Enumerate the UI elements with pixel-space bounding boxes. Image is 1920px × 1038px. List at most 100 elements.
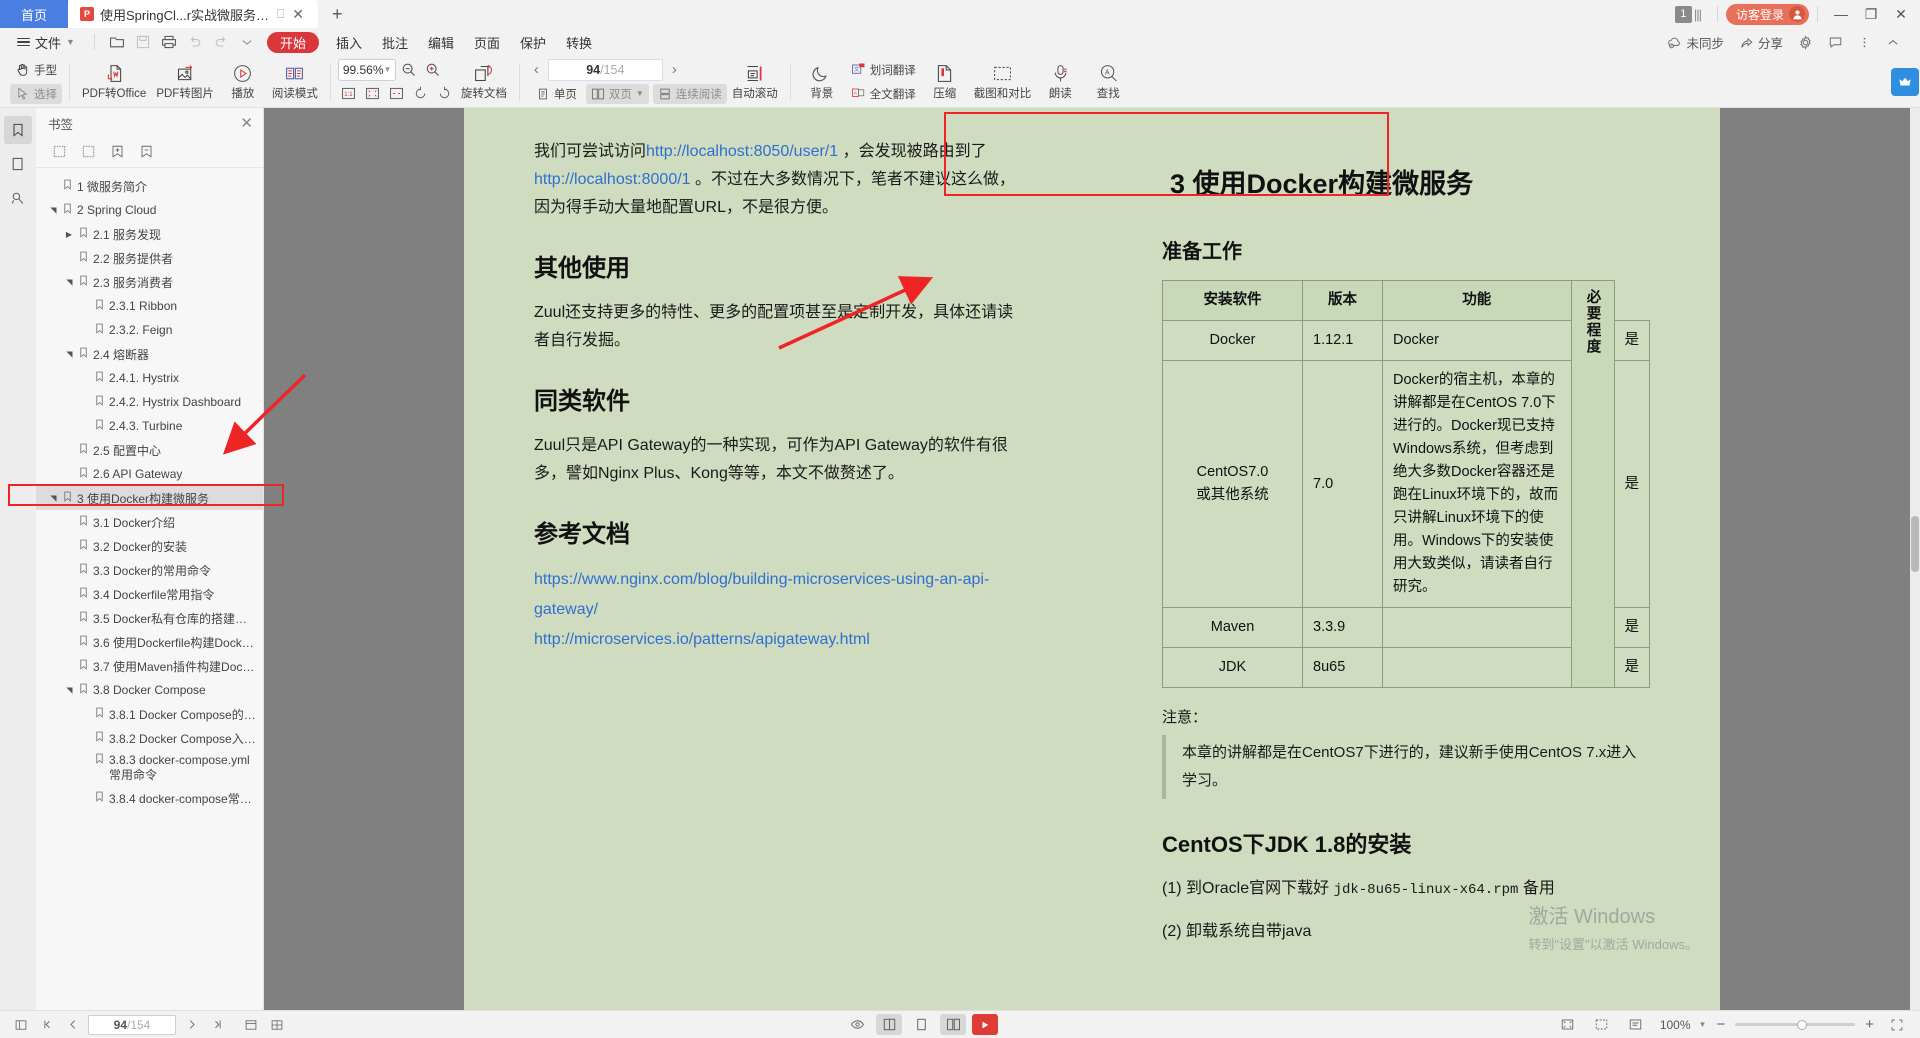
continuous-read-button[interactable]: 连续阅读 <box>653 84 727 104</box>
pdf-to-office-button[interactable]: PDF转Office <box>77 58 151 106</box>
bookmark-item[interactable]: 3.6 使用Dockerfile构建Docker镜像 <box>36 630 263 654</box>
link-localhost-8000[interactable]: http://localhost:8000/1 <box>534 171 691 188</box>
open-icon[interactable] <box>105 30 129 54</box>
bookmark-item[interactable]: ◢2 Spring Cloud <box>36 198 263 222</box>
zoom-in-button[interactable] <box>422 60 444 80</box>
remove-bookmark-icon[interactable] <box>139 144 154 162</box>
bookmarks-list[interactable]: 1 微服务简介◢2 Spring Cloud▶2.1 服务发现2.2 服务提供者… <box>36 168 263 1010</box>
view-double-page-button[interactable] <box>940 1014 966 1035</box>
play-button[interactable]: 播放 <box>219 58 267 106</box>
prev-page-button[interactable]: ‹ <box>527 61 546 78</box>
rail-bookmark-button[interactable] <box>4 116 32 144</box>
twisty-open-icon[interactable]: ◢ <box>65 685 74 695</box>
find-button[interactable]: A 查找 <box>1084 58 1132 106</box>
statusbar-tool-reflow[interactable] <box>1623 1014 1649 1035</box>
rail-annotation-button[interactable] <box>4 184 32 212</box>
twisty-open-icon[interactable]: ◢ <box>49 205 58 215</box>
collapse-all-icon[interactable] <box>81 144 96 162</box>
zoom-decrease-button[interactable]: − <box>1714 1016 1727 1033</box>
menu-file[interactable]: 文件 ▼ <box>8 30 84 54</box>
chevron-down-icon[interactable]: ▼ <box>1699 1020 1707 1029</box>
statusbar-play-button[interactable] <box>972 1014 998 1035</box>
statusbar-tool-select-area[interactable] <box>1589 1014 1615 1035</box>
bookmark-item[interactable]: 2.3.1 Ribbon <box>36 294 263 318</box>
tab-protect[interactable]: 保护 <box>511 30 555 54</box>
hand-tool-button[interactable]: 手型 <box>10 60 62 80</box>
background-button[interactable]: 背景 <box>798 58 846 106</box>
bookmark-item[interactable]: ◢3 使用Docker构建微服务 <box>36 486 263 510</box>
rotate-ccw-button[interactable] <box>410 84 432 104</box>
actual-size-button[interactable]: 1:1 <box>338 84 360 104</box>
window-list-icon[interactable]: ||| <box>1694 7 1701 22</box>
document-viewer[interactable]: 我们可尝试访问http://localhost:8050/user/1 ，会发现… <box>264 108 1920 1010</box>
tab-comment[interactable]: 批注 <box>373 30 417 54</box>
auto-scroll-button[interactable]: 自动滚动 <box>727 58 783 106</box>
share-button[interactable]: 分享 <box>1733 30 1789 54</box>
view-single-page-button[interactable] <box>876 1014 902 1035</box>
scrollbar-thumb[interactable] <box>1911 516 1919 572</box>
tab-close-icon[interactable]: ✕ <box>290 6 306 23</box>
maximize-button[interactable]: ❐ <box>1856 0 1886 28</box>
single-page-button[interactable]: 单页 <box>531 84 582 104</box>
fullscreen-button[interactable] <box>1884 1014 1910 1035</box>
more-quick-icon[interactable] <box>235 30 259 54</box>
float-button-vip[interactable] <box>1891 68 1919 96</box>
tab-insert[interactable]: 插入 <box>327 30 371 54</box>
bookmark-item[interactable]: 3.3 Docker的常用命令 <box>36 558 263 582</box>
add-bookmark-icon[interactable] <box>110 144 125 162</box>
vertical-scrollbar[interactable] <box>1910 108 1920 1010</box>
link-nginx-blog[interactable]: https://www.nginx.com/blog/building-micr… <box>534 571 989 618</box>
tab-edit[interactable]: 编辑 <box>419 30 463 54</box>
bookmark-item[interactable]: 2.5 配置中心 <box>36 438 263 462</box>
next-page-button[interactable]: › <box>665 61 684 78</box>
page-number-input[interactable]: 94/154 <box>548 59 663 81</box>
bookmark-item[interactable]: 3.7 使用Maven插件构建Docker镜像 <box>36 654 263 678</box>
tab-start[interactable]: 开始 <box>267 32 319 53</box>
zoom-slider[interactable] <box>1735 1023 1855 1026</box>
word-translate-button[interactable]: 文 划词翻译 <box>846 60 921 80</box>
more-vertical-icon[interactable] <box>1852 30 1877 54</box>
twisty-open-icon[interactable]: ◢ <box>65 349 74 359</box>
double-page-button[interactable]: 双页 ▼ <box>586 84 649 104</box>
bookmark-item[interactable]: 2.6 API Gateway <box>36 462 263 486</box>
screenshot-compare-button[interactable]: 截图和对比 <box>969 58 1037 106</box>
rotate-document-button[interactable]: 旋转文档 <box>456 58 512 106</box>
view-page-button[interactable] <box>908 1014 934 1035</box>
gear-icon[interactable] <box>1792 30 1819 54</box>
bookmark-item[interactable]: 2.3.2. Feign <box>36 318 263 342</box>
fit-page-button[interactable] <box>362 84 384 104</box>
statusbar-tool-fit[interactable] <box>1555 1014 1581 1035</box>
print-icon[interactable] <box>157 30 181 54</box>
bookmark-item[interactable]: 3.1 Docker介绍 <box>36 510 263 534</box>
twisty-open-icon[interactable]: ◢ <box>65 277 74 287</box>
rail-thumbnail-button[interactable] <box>4 150 32 178</box>
link-microservices-io[interactable]: http://microservices.io/patterns/apigate… <box>534 631 870 648</box>
bookmark-item[interactable]: 3.8.3 docker-compose.yml常用命令 <box>36 750 263 786</box>
statusbar-page-input[interactable]: 94/154 <box>88 1015 176 1035</box>
statusbar-zoom-label[interactable]: 100% <box>1657 1018 1691 1032</box>
twisty-closed-icon[interactable]: ▶ <box>64 230 74 239</box>
redo-icon[interactable] <box>209 30 233 54</box>
tab-document[interactable]: P 使用SpringCl...r实战微服务.pdf ⎕ ✕ <box>68 0 318 28</box>
bookmark-item[interactable]: ◢2.3 服务消费者 <box>36 270 263 294</box>
statusbar-sidebar-toggle[interactable] <box>10 1014 32 1036</box>
save-icon[interactable] <box>131 30 155 54</box>
rotate-cw-button[interactable] <box>434 84 456 104</box>
bookmark-item[interactable]: 1 微服务简介 <box>36 174 263 198</box>
bookmark-item[interactable]: 3.2 Docker的安装 <box>36 534 263 558</box>
next-page-button[interactable] <box>180 1014 202 1036</box>
undo-icon[interactable] <box>183 30 207 54</box>
zoom-level-input[interactable]: 99.56% ▼ <box>338 59 396 81</box>
twisty-open-icon[interactable]: ◢ <box>49 493 58 503</box>
bookmark-item[interactable]: 3.8.4 docker-compose常用命令 <box>36 786 263 810</box>
bookmark-item[interactable]: 2.2 服务提供者 <box>36 246 263 270</box>
statusbar-grid-button[interactable] <box>266 1014 288 1036</box>
pdf-to-image-button[interactable]: PDF转图片 <box>151 58 219 106</box>
read-mode-button[interactable]: 阅读模式 <box>267 58 323 106</box>
view-eye-button[interactable] <box>844 1014 870 1035</box>
expand-all-icon[interactable] <box>52 144 67 162</box>
first-page-button[interactable] <box>36 1014 58 1036</box>
link-localhost-8050[interactable]: http://localhost:8050/user/1 <box>646 143 838 160</box>
collapse-ribbon-icon[interactable] <box>1880 30 1906 54</box>
zoom-increase-button[interactable]: + <box>1863 1016 1876 1033</box>
